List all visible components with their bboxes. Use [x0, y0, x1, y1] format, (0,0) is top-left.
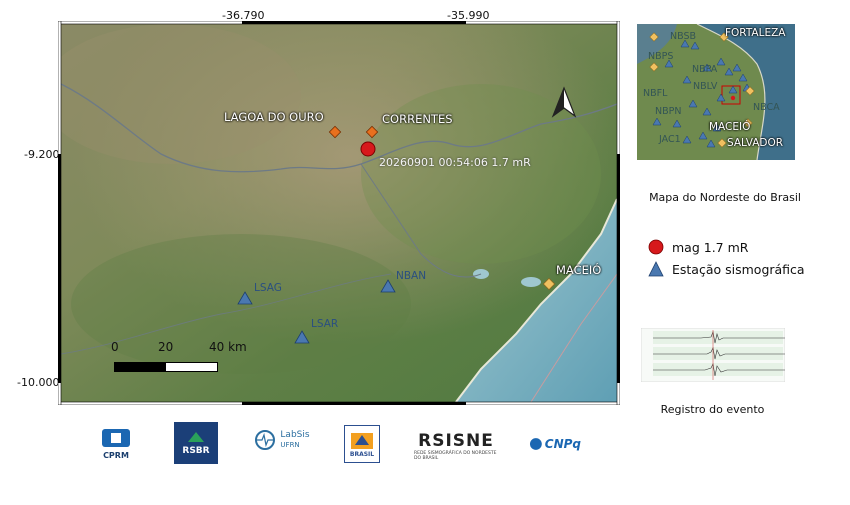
rsbr-logo: RSBR	[174, 422, 218, 464]
inset-label-nbps: NBPS	[648, 51, 674, 62]
cprm-logo-icon	[102, 428, 130, 447]
inset-label-jac1: JAC1	[659, 134, 681, 145]
legend-station: Estação sismográfica	[648, 261, 805, 277]
rsisne-logo-sub: REDE SISMOGRÁFICA DO NORDESTE DO BRASIL	[414, 451, 497, 461]
legend-event-icon	[648, 239, 664, 255]
inset-label-nbfl: NBFL	[643, 88, 668, 99]
inset-label-nbpa: NBPA	[692, 64, 718, 75]
brasil-logo: BRASIL	[344, 425, 380, 463]
y-tick-label: -10.000	[17, 376, 60, 389]
cnpq-logo: CNPq	[529, 432, 581, 456]
legend-station-icon	[648, 261, 664, 277]
seismogram-traces	[640, 327, 786, 383]
rsisne-logo: RSISNE REDE SISMOGRÁFICA DO NORDESTE DO …	[414, 428, 498, 464]
legend-event-label: mag 1.7 mR	[672, 239, 749, 255]
labsis-logo-icon	[255, 430, 276, 450]
map-border	[58, 21, 620, 405]
inset-label-maceio: MACEIÓ	[709, 121, 751, 133]
rsbr-logo-icon	[188, 432, 204, 442]
cprm-logo-text: CPRM	[103, 450, 129, 460]
rsisne-logo-text: RSISNE	[418, 431, 494, 451]
inset-map[interactable]: FORTALEZA NBSB NBPS NBPA NBFL NBLV NBPN …	[637, 24, 795, 160]
inset-label-nbsb: NBSB	[670, 31, 697, 42]
inset-label-nblv: NBLV	[693, 81, 718, 92]
legend-event: mag 1.7 mR	[648, 239, 748, 255]
brasil-logo-text: BRASIL	[349, 450, 375, 458]
inset-label-fortaleza: FORTALEZA	[725, 27, 786, 39]
cprm-logo: CPRM	[96, 422, 136, 464]
cnpq-logo-text: CNPq	[544, 437, 581, 451]
rsbr-logo-text: RSBR	[182, 446, 210, 456]
inset-label-nbca: NBCA	[753, 102, 780, 113]
cnpq-logo-icon	[529, 438, 542, 450]
seismogram-thumbnail[interactable]	[640, 327, 786, 383]
seismogram-caption: Registro do evento	[660, 403, 765, 416]
labsis-logo: LabSis UFRN	[252, 426, 312, 454]
labsis-logo-sub: UFRN	[280, 441, 300, 449]
inset-label-salvador: SALVADOR	[727, 137, 784, 149]
inset-label-nbpn: NBPN	[655, 106, 682, 117]
inset-caption: Mapa do Nordeste do Brasil	[649, 191, 801, 204]
brasil-logo-icon	[351, 432, 373, 449]
y-tick-label: -9.200	[24, 148, 60, 161]
labsis-logo-text: LabSis	[280, 430, 310, 440]
legend-station-label: Estação sismográfica	[672, 261, 805, 277]
